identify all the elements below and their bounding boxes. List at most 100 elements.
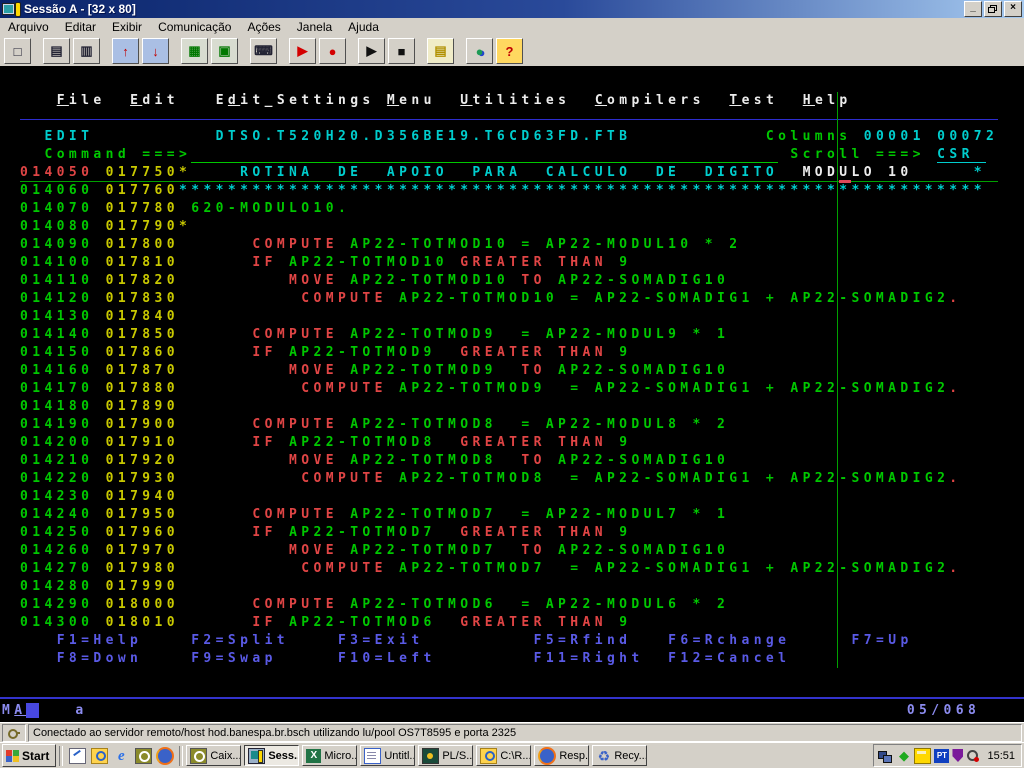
- text-segment: it_Settings: [240, 93, 375, 108]
- scratch-pad-button[interactable]: ▤: [427, 38, 454, 64]
- task-button-pls[interactable]: PL/S...: [418, 745, 474, 766]
- menu-item-comunicacao[interactable]: Comunicação: [150, 19, 239, 35]
- network-connection-icon[interactable]: [878, 749, 893, 763]
- record-macro-button[interactable]: ●: [319, 38, 346, 64]
- text-segment: GREATER THAN: [460, 345, 607, 360]
- blank-screen-button[interactable]: □: [4, 38, 31, 64]
- restore-button[interactable]: [984, 1, 1002, 17]
- text-segment: [864, 147, 876, 162]
- text-segment: MODULO 10: [802, 165, 913, 180]
- web-browser-button[interactable]: ●: [466, 38, 493, 64]
- operator-information-area: MA a 05/068: [2, 702, 980, 720]
- text-segment: AP22-TOTMOD10: [350, 273, 510, 288]
- text-segment: 014280: [20, 579, 94, 594]
- text-segment: [93, 399, 105, 414]
- terminal-cursor: [839, 180, 851, 183]
- titlebar[interactable]: Sessão A - [32 x 80] _ ×: [0, 0, 1024, 18]
- system-tray: ◆ PT 15:51: [873, 744, 1022, 767]
- messenger-window-icon[interactable]: [914, 747, 932, 764]
- receive-file-from-host-button[interactable]: ↓: [142, 38, 169, 64]
- menu-item-arquivo[interactable]: Arquivo: [0, 19, 57, 35]
- text-segment: E: [130, 93, 143, 108]
- quicklaunch-search-folder[interactable]: [88, 745, 110, 766]
- quicklaunch-caixa-app[interactable]: [132, 745, 154, 766]
- text-segment: [436, 93, 460, 108]
- task-button-sess[interactable]: Sess...: [244, 745, 300, 766]
- menu-item-editar[interactable]: Editar: [57, 19, 104, 35]
- command-input[interactable]: [191, 147, 779, 163]
- quicklaunch-firefox[interactable]: [154, 745, 176, 766]
- text-segment: [179, 417, 252, 432]
- keyboard-language-pt-icon[interactable]: PT: [934, 748, 950, 763]
- magnifier-utility-icon[interactable]: [966, 749, 980, 763]
- menu-item-acoes[interactable]: Ações: [239, 19, 288, 35]
- text-segment: Scroll: [790, 147, 864, 162]
- menu-item-janela[interactable]: Janela: [289, 19, 340, 35]
- task-button-resp[interactable]: Resp...: [534, 745, 590, 766]
- task-button-cr[interactable]: C:\R...: [476, 745, 532, 766]
- text-segment: F2=Split: [191, 633, 290, 648]
- send-file-to-host-button[interactable]: ↑: [112, 38, 139, 64]
- text-segment: TO: [521, 273, 546, 288]
- scroll-field[interactable]: CSR: [937, 147, 987, 163]
- menu-item-ajuda[interactable]: Ajuda: [340, 19, 387, 35]
- color-setup-button[interactable]: ▦: [181, 38, 208, 64]
- text-segment: 014270: [20, 561, 94, 576]
- text-segment: AP22-TOTMOD10 = AP22-MODUL10 * 2: [350, 237, 742, 252]
- close-button[interactable]: ×: [1004, 1, 1022, 17]
- task-button-untitl[interactable]: Untitl...: [360, 745, 416, 766]
- text-segment: ===>: [142, 147, 192, 162]
- text-segment: [106, 93, 130, 108]
- text-segment: 014110: [20, 273, 94, 288]
- text-segment: MOVE: [289, 543, 338, 558]
- text-segment: AP22-TOTMOD9: [350, 363, 497, 378]
- text-segment: MOVE: [289, 273, 338, 288]
- text-segment: [93, 597, 105, 612]
- terminal-row-13: 014130 017840: [20, 308, 998, 326]
- paste-button[interactable]: ▥: [73, 38, 100, 64]
- text-segment: tilities: [472, 93, 571, 108]
- text-segment: 017980: [105, 561, 179, 576]
- text-segment: [424, 633, 534, 648]
- taskbar-clock: 15:51: [987, 749, 1015, 762]
- text-segment: IF: [252, 345, 277, 360]
- minimize-button[interactable]: _: [964, 1, 982, 17]
- toolbar: □ ▤ ▥ ↑ ↓ ▦ ▣ ⌨ ▶ ● ▶ ■ ▤ ●?: [0, 36, 1024, 66]
- copy-button[interactable]: ▤: [43, 38, 70, 64]
- resume-macro-button[interactable]: ▶: [358, 38, 385, 64]
- text-segment: [338, 417, 350, 432]
- help-button[interactable]: ?: [496, 38, 523, 64]
- keyboard-setup-button[interactable]: ⌨: [250, 38, 277, 64]
- quicklaunch-show-desktop[interactable]: [66, 745, 88, 766]
- stop-macro-button[interactable]: ■: [388, 38, 415, 64]
- text-segment: AP22-TOTMOD9 = AP22-SOMADIG1 + AP22-SOMA…: [399, 381, 950, 396]
- text-segment: U: [460, 93, 473, 108]
- text-segment: [778, 93, 802, 108]
- display-setup-button[interactable]: ▣: [211, 38, 238, 64]
- text-segment: [179, 561, 301, 576]
- text-segment: 017880: [105, 381, 179, 396]
- text-segment: [93, 129, 215, 144]
- menu-item-exibir[interactable]: Exibir: [104, 19, 150, 35]
- start-macro-button[interactable]: ▶: [289, 38, 316, 64]
- task-button-caix[interactable]: Caix...: [186, 745, 242, 766]
- text-segment: [277, 435, 289, 450]
- antivirus-shield-icon[interactable]: [952, 749, 964, 762]
- text-segment: 014240: [20, 507, 94, 522]
- terminal-row-18: 014180 017890: [20, 398, 998, 416]
- task-button-recy[interactable]: ♻ Recy...: [592, 745, 648, 766]
- terminal-screen[interactable]: File Edit Edit_Settings Menu Utilities C…: [0, 66, 1024, 722]
- text-segment: 017860: [105, 345, 179, 360]
- text-segment: [387, 471, 399, 486]
- status-diamond-icon[interactable]: ◆: [896, 748, 911, 763]
- quicklaunch-internet-explorer[interactable]: e: [110, 745, 132, 766]
- start-button[interactable]: Start: [2, 744, 57, 767]
- text-segment: [179, 237, 252, 252]
- text-segment: 017750*: [105, 165, 192, 180]
- text-segment: [436, 651, 534, 666]
- task-button-micro[interactable]: X Micro...: [302, 745, 358, 766]
- text-segment: COMPUTE: [301, 561, 387, 576]
- text-segment: [497, 363, 521, 378]
- text-segment: [607, 255, 619, 270]
- text-segment: COMPUTE: [252, 507, 338, 522]
